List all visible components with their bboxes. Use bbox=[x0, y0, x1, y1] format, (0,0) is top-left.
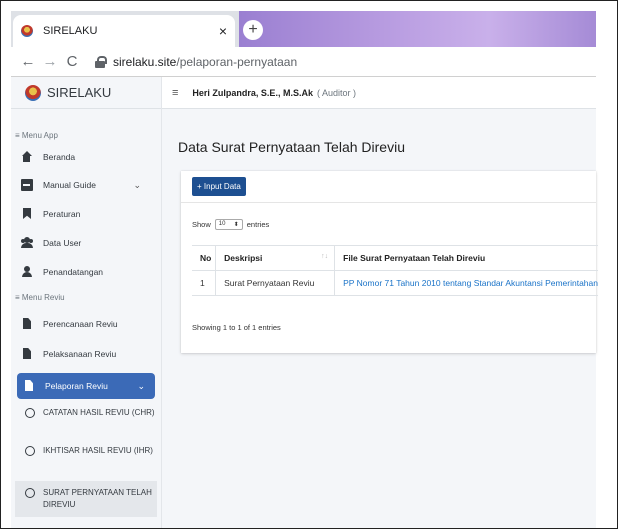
lock-icon[interactable] bbox=[95, 55, 107, 68]
column-header-deskripsi[interactable]: Deskripsi ↑↓ bbox=[215, 245, 335, 271]
reload-icon[interactable]: C bbox=[61, 53, 83, 70]
hamburger-menu-icon[interactable]: ≡ bbox=[172, 87, 178, 99]
select-arrow-icon: ⬍ bbox=[233, 222, 239, 228]
column-header-label: Deskripsi bbox=[224, 253, 263, 263]
sidebar-item-label: Peraturan bbox=[43, 209, 81, 219]
input-data-button[interactable]: + Input Data bbox=[192, 177, 246, 196]
new-tab-button[interactable]: + bbox=[243, 20, 263, 40]
tab-close-icon[interactable]: × bbox=[219, 23, 227, 39]
file-icon bbox=[23, 380, 35, 392]
column-header-label: File Surat Pernyataan Telah Direviu bbox=[343, 253, 486, 263]
bookmark-icon bbox=[21, 208, 33, 220]
sidebar-item-label: Perencanaan Reviu bbox=[43, 319, 118, 329]
screenshot-frame: SIRELAKU × + ← → C sirelaku.site/pelapor… bbox=[0, 0, 618, 529]
brand-name: SIRELAKU bbox=[47, 85, 112, 100]
column-header-file[interactable]: File Surat Pernyataan Telah Direviu bbox=[334, 245, 598, 271]
file-icon bbox=[21, 348, 33, 360]
file-link[interactable]: PP Nomor 71 Tahun 2010 tentang Standar A… bbox=[343, 278, 598, 288]
users-icon bbox=[21, 237, 33, 249]
user-role: ( Auditor ) bbox=[316, 87, 356, 98]
forward-icon[interactable]: → bbox=[39, 53, 61, 70]
cell-deskripsi: Surat Pernyataan Reviu bbox=[215, 270, 335, 296]
menu-app-heading: ≡ Menu App bbox=[15, 131, 58, 140]
browser-tab[interactable]: SIRELAKU × bbox=[13, 15, 235, 47]
menu-reviu-heading: ≡ Menu Reviu bbox=[15, 293, 65, 302]
brand-logo-icon bbox=[25, 84, 41, 101]
entries-select-value: 10 bbox=[218, 221, 226, 227]
sidebar-item-pelaporan-reviu[interactable]: Pelaporan Reviu ⌄ bbox=[17, 373, 155, 399]
chevron-down-icon: ⌄ bbox=[137, 380, 145, 391]
sidebar-item-penandatangan[interactable]: Penandatangan bbox=[11, 257, 161, 287]
sidebar-item-label: Pelaksanaan Reviu bbox=[43, 349, 117, 359]
url-field[interactable]: sirelaku.site/pelaporan-pernyataan bbox=[113, 55, 297, 69]
show-label: Show bbox=[192, 220, 211, 229]
book-icon bbox=[21, 179, 33, 191]
top-navbar: ≡ Heri Zulpandra, S.E., M.S.Ak ( Auditor… bbox=[162, 77, 596, 109]
chevron-down-icon: ⌄ bbox=[133, 179, 141, 190]
address-bar: ← → C sirelaku.site/pelaporan-pernyataan bbox=[11, 47, 596, 77]
sidebar-item-label: Penandatangan bbox=[43, 267, 104, 277]
web-page: SIRELAKU ≡ Menu App Beranda Manual Guide… bbox=[11, 77, 598, 528]
sidebar-item-beranda[interactable]: Beranda bbox=[11, 143, 161, 171]
sidebar-item-label: Manual Guide bbox=[43, 180, 96, 190]
data-table: No Deskripsi ↑↓ File Surat Pernyataan Tel… bbox=[192, 245, 598, 296]
entries-label: entries bbox=[246, 220, 270, 229]
column-header-label: No bbox=[200, 253, 212, 263]
file-icon bbox=[21, 318, 33, 330]
sidebar-item-label: Data User bbox=[43, 238, 82, 248]
sidebar-subitem-ihr[interactable]: IKHTISAR HASIL REVIU (IHR) bbox=[11, 439, 161, 481]
sidebar-subitem-label: SURAT PERNYATAAN TELAH DIREVIU bbox=[43, 488, 152, 509]
home-icon bbox=[21, 151, 33, 163]
page-length-control: Show 10 ⬍ entries bbox=[192, 219, 269, 230]
card-header: + Input Data bbox=[181, 171, 596, 203]
sidebar-item-manual-guide[interactable]: Manual Guide ⌄ bbox=[11, 171, 161, 199]
sidebar-item-perencanaan-reviu[interactable]: Perencanaan Reviu bbox=[11, 309, 161, 339]
user-icon bbox=[21, 266, 33, 278]
sidebar-item-label: Pelaporan Reviu bbox=[45, 381, 108, 391]
favicon-icon bbox=[21, 25, 33, 37]
sidebar-subitem-surat-pernyataan[interactable]: SURAT PERNYATAAN TELAH DIREVIU bbox=[15, 481, 157, 517]
sidebar-item-pelaksanaan-reviu[interactable]: Pelaksanaan Reviu bbox=[11, 339, 161, 369]
circle-icon bbox=[25, 446, 35, 456]
data-card: + Input Data Show 10 ⬍ entries No Deskrip… bbox=[181, 171, 598, 353]
sidebar-subitem-label: CATATAN HASIL REVIU (CHR) bbox=[43, 408, 155, 417]
user-name: Heri Zulpandra, S.E., M.S.Ak bbox=[192, 87, 313, 98]
cell-no: 1 bbox=[192, 270, 216, 296]
sidebar-item-label: Beranda bbox=[43, 152, 76, 162]
sort-icon: ↑↓ bbox=[321, 253, 329, 260]
table-row: 1 Surat Pernyataan Reviu PP Nomor 71 Tah… bbox=[192, 270, 598, 296]
table-info: Showing 1 to 1 of 1 entries bbox=[192, 323, 281, 332]
brand-link[interactable]: SIRELAKU bbox=[11, 77, 161, 109]
tab-title: SIRELAKU bbox=[43, 25, 98, 37]
entries-select[interactable]: 10 ⬍ bbox=[214, 219, 243, 230]
sidebar-item-data-user[interactable]: Data User bbox=[11, 229, 161, 257]
back-icon[interactable]: ← bbox=[17, 53, 39, 70]
cell-file: PP Nomor 71 Tahun 2010 tentang Standar A… bbox=[334, 270, 598, 296]
circle-icon bbox=[25, 488, 35, 498]
tab-bar-background bbox=[239, 11, 596, 47]
sidebar-subitem-label: IKHTISAR HASIL REVIU (IHR) bbox=[43, 446, 153, 455]
url-host: sirelaku.site bbox=[113, 54, 177, 69]
circle-icon bbox=[25, 408, 35, 418]
page-title: Data Surat Pernyataan Telah Direviu bbox=[178, 139, 405, 155]
url-path: /pelaporan-pernyataan bbox=[176, 54, 298, 69]
sidebar-item-peraturan[interactable]: Peraturan bbox=[11, 199, 161, 229]
sidebar: SIRELAKU ≡ Menu App Beranda Manual Guide… bbox=[11, 77, 162, 528]
sidebar-subitem-chr[interactable]: CATATAN HASIL REVIU (CHR) bbox=[11, 399, 161, 439]
browser-tab-bar: SIRELAKU × + bbox=[11, 11, 596, 47]
column-header-no[interactable]: No bbox=[192, 245, 216, 271]
